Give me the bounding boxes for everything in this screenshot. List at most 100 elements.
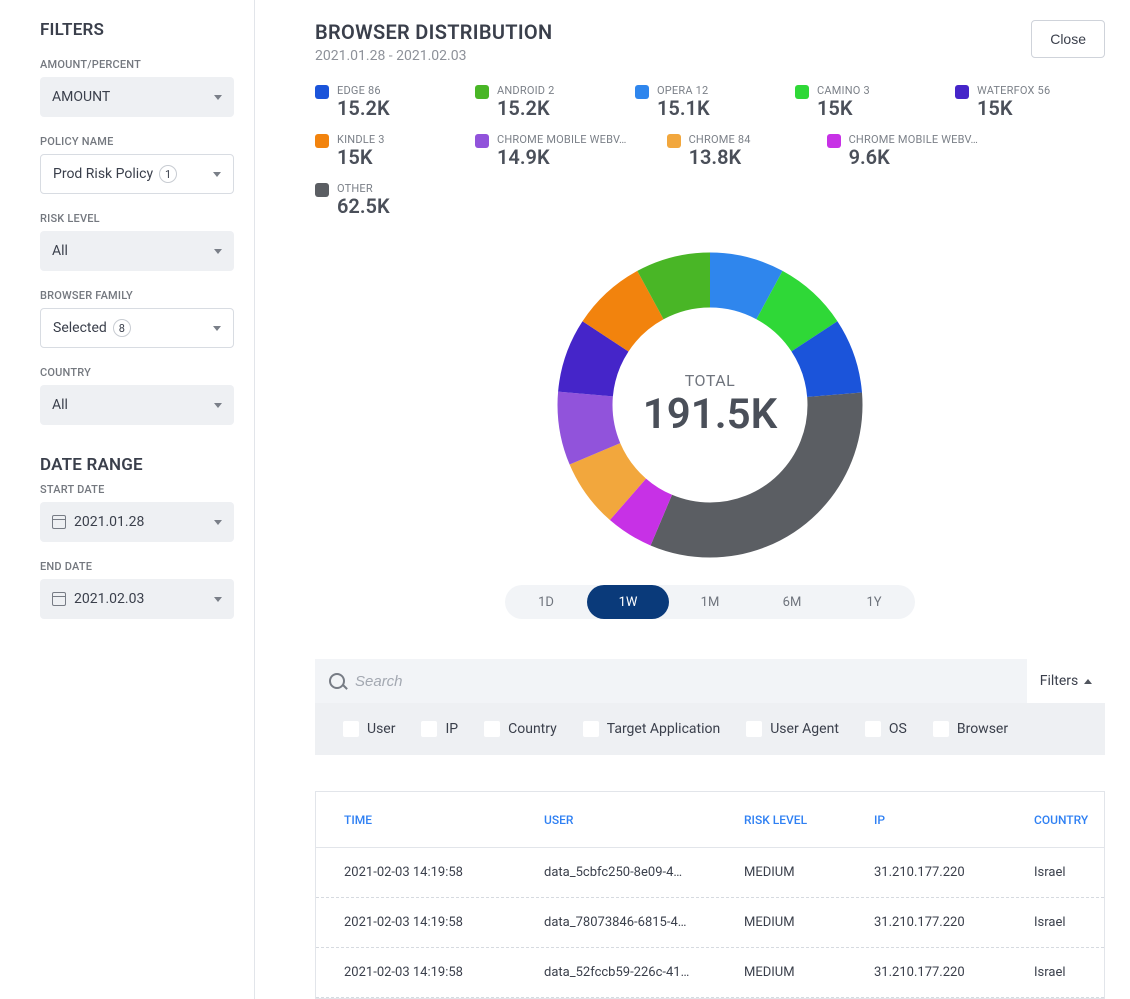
table-cell: Israel [1034,965,1104,980]
filter-chip-label: User Agent [770,721,839,737]
chevron-down-icon [214,520,222,525]
legend-item[interactable]: OTHER62.5K [315,182,435,217]
table-header-cell[interactable]: TIME [344,813,544,827]
filter-chip[interactable]: Browser [933,721,1008,737]
legend-value: 15.2K [337,97,390,119]
checkbox-icon [746,721,762,737]
legend-swatch [955,85,969,99]
legend-value: 15.1K [657,97,710,119]
table-cell: data_52fccb59-226c-41… [544,965,744,980]
table-cell: 31.210.177.220 [874,965,1034,980]
start-date-label: START DATE [40,483,234,496]
filter-chip-label: OS [889,721,907,737]
range-option-1y[interactable]: 1Y [833,585,915,619]
amount-percent-dropdown[interactable]: AMOUNT [40,77,234,117]
table-cell: 2021-02-03 14:19:58 [344,915,544,930]
calendar-icon [52,515,66,529]
filter-chip[interactable]: Country [484,721,557,737]
chevron-down-icon [213,172,221,177]
filters-title: FILTERS [40,20,234,40]
legend-item[interactable]: CHROME MOBILE WEBV…14.9K [475,133,627,168]
risk-level-value: All [52,243,68,259]
range-option-6m[interactable]: 6M [751,585,833,619]
checkbox-icon [343,721,359,737]
date-range-selector: 1D1W1M6M1Y [505,585,915,619]
legend-swatch [635,85,649,99]
table-cell: data_78073846-6815-4… [544,915,744,930]
filter-chip[interactable]: OS [865,721,907,737]
legend-item[interactable]: CAMINO 315K [795,84,915,119]
risk-level-label: RISK LEVEL [40,212,234,225]
country-dropdown[interactable]: All [40,385,234,425]
table-cell: Israel [1034,915,1104,930]
table-row[interactable]: 2021-02-03 14:19:58data_78073846-6815-4…… [316,898,1104,948]
legend-item[interactable]: CHROME MOBILE WEBV…9.6K [827,133,979,168]
legend-swatch [315,85,329,99]
table-header-cell[interactable]: RISK LEVEL [744,813,874,827]
table-header-cell[interactable]: IP [874,813,1034,827]
risk-level-dropdown[interactable]: All [40,231,234,271]
policy-name-dropdown[interactable]: Prod Risk Policy 1 [40,154,234,194]
browser-family-dropdown[interactable]: Selected 8 [40,308,234,348]
search-input[interactable] [355,673,1013,690]
range-option-1m[interactable]: 1M [669,585,751,619]
legend-swatch [475,85,489,99]
table-cell: MEDIUM [744,865,874,880]
filter-chip-label: Browser [957,721,1008,737]
checkbox-icon [484,721,500,737]
chevron-down-icon [214,249,222,254]
end-date-picker[interactable]: 2021.02.03 [40,579,234,619]
range-option-1w[interactable]: 1W [587,585,669,619]
legend-value: 15.2K [497,97,555,119]
legend-value: 14.9K [497,146,627,168]
table-cell: Israel [1034,865,1104,880]
legend-swatch [475,134,489,148]
donut-total-value: 191.5K [643,390,778,439]
search-icon [329,673,345,689]
table-cell: data_5cbfc250-8e09-4… [544,865,744,880]
table-header-cell[interactable]: COUNTRY [1034,813,1104,827]
legend-item[interactable]: CHROME 8413.8K [667,133,787,168]
browser-family-value: Selected [53,320,107,336]
chevron-down-icon [213,326,221,331]
legend-item[interactable]: ANDROID 215.2K [475,84,595,119]
policy-name-label: POLICY NAME [40,135,234,148]
filter-chip[interactable]: IP [421,721,458,737]
legend-item[interactable]: OPERA 1215.1K [635,84,755,119]
table-row[interactable]: 2021-02-03 14:19:58data_5cbfc250-8e09-4…… [316,848,1104,898]
legend-value: 62.5K [337,195,390,217]
filter-chip-label: User [367,721,395,737]
filter-chip[interactable]: User [343,721,395,737]
filter-chip[interactable]: User Agent [746,721,839,737]
filter-chip[interactable]: Target Application [583,721,720,737]
legend-item[interactable]: EDGE 8615.2K [315,84,435,119]
range-option-1d[interactable]: 1D [505,585,587,619]
close-button[interactable]: Close [1031,20,1105,58]
table-header-cell[interactable]: USER [544,813,744,827]
browser-family-count: 8 [113,319,131,337]
chart-legend: EDGE 8615.2KANDROID 215.2KOPERA 1215.1KC… [315,84,1105,217]
end-date-value: 2021.02.03 [74,591,144,607]
calendar-icon [52,592,66,606]
country-value: All [52,397,68,413]
filters-toggle[interactable]: Filters [1027,659,1105,703]
legend-item[interactable]: KINDLE 315K [315,133,435,168]
start-date-picker[interactable]: 2021.01.28 [40,502,234,542]
table-cell: 2021-02-03 14:19:58 [344,965,544,980]
country-label: COUNTRY [40,366,234,379]
legend-value: 15K [817,97,870,119]
amount-percent-label: AMOUNT/PERCENT [40,58,234,71]
policy-name-count: 1 [159,165,177,183]
page-title: BROWSER DISTRIBUTION [315,20,552,44]
legend-swatch [795,85,809,99]
checkbox-icon [933,721,949,737]
events-table-body[interactable]: 2021-02-03 14:19:58 data_5cbfc250-8e09-4…… [316,848,1104,998]
table-cell: 31.210.177.220 [874,865,1034,880]
filters-sidebar: FILTERS AMOUNT/PERCENT AMOUNT POLICY NAM… [0,0,255,999]
legend-item[interactable]: WATERFOX 5615K [955,84,1075,119]
chevron-down-icon [214,95,222,100]
table-row[interactable]: 2021-02-03 14:19:58data_52fccb59-226c-41… [316,948,1104,998]
date-range-title: DATE RANGE [40,455,234,475]
legend-value: 15K [337,146,385,168]
amount-percent-value: AMOUNT [52,89,110,105]
